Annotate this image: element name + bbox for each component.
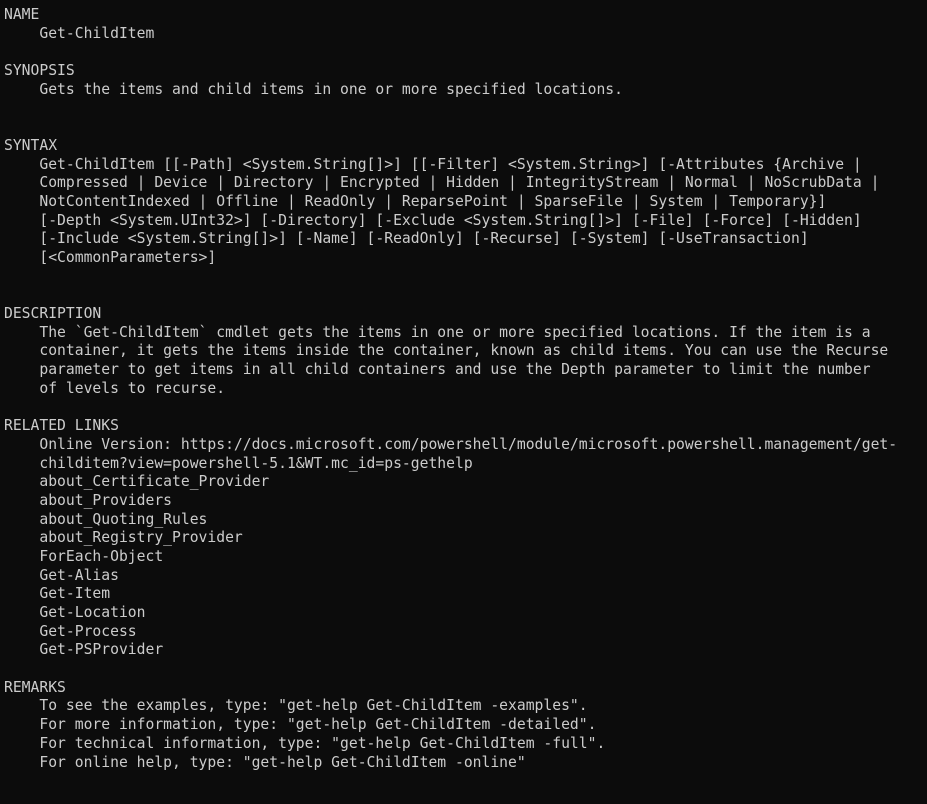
output-line: about_Quoting_Rules [4, 510, 208, 528]
output-line: [-Depth <System.UInt32>] [-Directory] [-… [4, 211, 862, 229]
output-line: Get-ChildItem [4, 24, 155, 42]
output-line: container, it gets the items inside the … [4, 342, 889, 360]
output-line: about_Registry_Provider [4, 529, 243, 547]
output-line: NotContentIndexed | Offline | ReadOnly |… [4, 192, 827, 210]
section-header-name: NAME [4, 6, 40, 23]
section-header-syntax: SYNTAX [4, 136, 58, 154]
terminal-output-pane[interactable]: NAME Get-ChildItem SYNOPSIS Gets the item… [0, 0, 927, 804]
output-line: For online help, type: "get-help Get-Chi… [4, 753, 526, 771]
output-line: The `Get-ChildItem` cmdlet gets the item… [4, 323, 871, 341]
output-line: ForEach-Object [4, 547, 164, 565]
output-line: To see the examples, type: "get-help Get… [4, 697, 588, 715]
output-line: Get-Item [4, 585, 111, 603]
output-line: Compressed | Device | Directory | Encryp… [4, 174, 880, 192]
output-line: Get-Alias [4, 566, 119, 584]
output-line: Online Version: https://docs.microsoft.c… [4, 435, 898, 453]
output-line: about_Certificate_Provider [4, 473, 270, 491]
output-line: childitem?view=powershell-5.1&WT.mc_id=p… [4, 454, 473, 472]
output-line: parameter to get items in all child cont… [4, 361, 871, 379]
output-line: Get-PSProvider [4, 641, 164, 659]
section-header-description: DESCRIPTION [4, 305, 102, 322]
output-line: For more information, type: "get-help Ge… [4, 716, 597, 734]
output-line: Get-Location [4, 604, 146, 621]
output-line: Get-Process [4, 622, 137, 640]
output-line: [<CommonParameters>] [4, 248, 217, 266]
output-line: For technical information, type: "get-he… [4, 734, 606, 752]
output-line: [-Include <System.String[]>] [-Name] [-R… [4, 230, 809, 248]
output-line: of levels to recurse. [4, 379, 226, 397]
output-line: Get-ChildItem [[-Path] <System.String[]>… [4, 155, 862, 173]
section-header-synopsis: SYNOPSIS [4, 62, 75, 80]
section-header-related-links: RELATED LINKS [4, 417, 119, 435]
section-header-remarks: REMARKS [4, 678, 66, 696]
output-line: Gets the items and child items in one or… [4, 80, 623, 98]
output-line: about_Providers [4, 491, 173, 509]
